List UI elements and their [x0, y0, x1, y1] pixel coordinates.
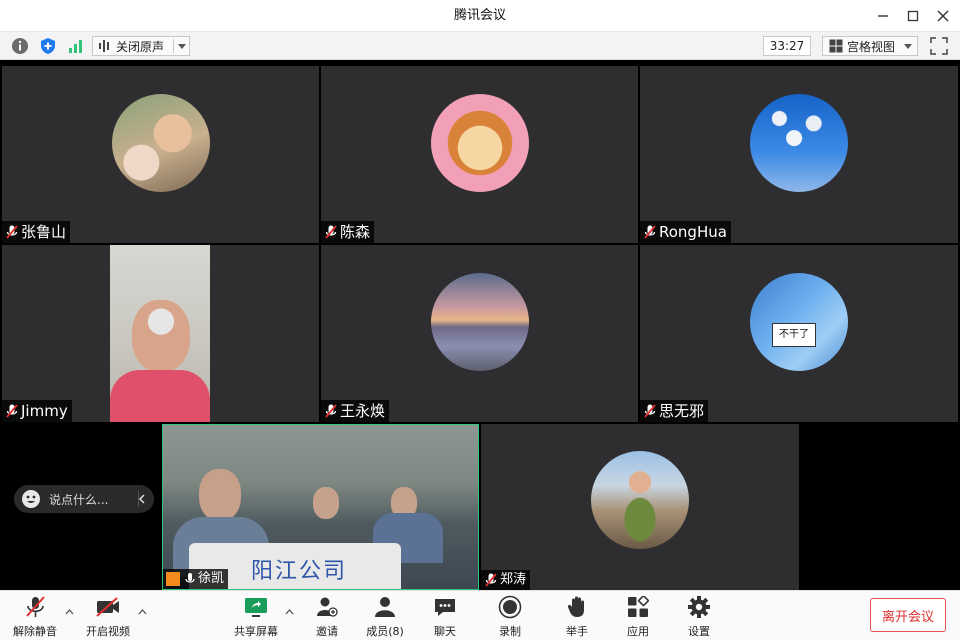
- minimize-icon: [878, 15, 888, 17]
- mic-muted-icon: [6, 225, 18, 239]
- window-title: 腾讯会议: [453, 8, 506, 23]
- video-options-caret[interactable]: [136, 607, 148, 617]
- maximize-button[interactable]: [902, 6, 924, 26]
- participant-name-tag: Jimmy: [2, 400, 72, 422]
- avatar-sticker-text: 不干了: [772, 323, 816, 347]
- network-status-button[interactable]: [66, 36, 86, 56]
- mic-muted-icon: [325, 225, 337, 239]
- meeting-timer: 33:27: [763, 36, 811, 56]
- unmute-button[interactable]: 解除静音: [9, 595, 61, 639]
- meeting-info-button[interactable]: [10, 36, 30, 56]
- mic-muted-icon: [644, 404, 656, 418]
- mic-muted-icon: [6, 404, 18, 418]
- fullscreen-button[interactable]: [930, 37, 948, 55]
- apps-icon: [628, 596, 649, 617]
- share-screen-button[interactable]: 共享屏幕: [230, 595, 282, 639]
- video-grid: 张鲁山 陈森 RongHua Jimmy 王永焕 不干了 思无邪 阳江公司 徐凯…: [0, 60, 960, 590]
- signal-icon: [69, 40, 82, 53]
- chevron-down-icon: [178, 44, 186, 49]
- hand-icon: [567, 596, 584, 617]
- chat-icon: [435, 599, 455, 616]
- participant-name-tag: RongHua: [640, 221, 731, 243]
- chevron-up-icon: [138, 609, 146, 615]
- fullscreen-icon: [930, 37, 948, 55]
- participant-tile[interactable]: RongHua: [640, 66, 958, 243]
- gear-icon: [688, 596, 710, 618]
- mic-muted-icon: [485, 573, 497, 587]
- participant-name-tag: 郑涛: [481, 570, 531, 590]
- participant-tile[interactable]: 不干了 思无邪: [640, 245, 958, 422]
- members-button[interactable]: 成员(8): [359, 595, 411, 639]
- participant-video: 阳江公司: [163, 425, 478, 589]
- mic-muted-icon: [644, 225, 656, 239]
- mic-icon: [185, 573, 195, 583]
- close-button[interactable]: [932, 6, 954, 26]
- original-sound-toggle[interactable]: 关闭原声: [92, 36, 190, 56]
- participant-avatar: [112, 94, 210, 192]
- participant-avatar: [750, 94, 848, 192]
- raise-hand-button[interactable]: 举手: [551, 595, 603, 639]
- share-options-caret[interactable]: [283, 607, 295, 617]
- leave-meeting-button[interactable]: 离开会议: [870, 598, 946, 632]
- close-icon: [937, 10, 949, 22]
- participant-avatar: 不干了: [750, 273, 848, 371]
- participant-name-tag: 思无邪: [640, 400, 709, 422]
- view-mode-label: 宫格视图: [847, 39, 896, 54]
- quick-chat-input[interactable]: 说点什么...: [14, 485, 154, 513]
- meeting-info-bar: 关闭原声 33:27 宫格视图: [0, 32, 960, 60]
- chevron-up-icon: [65, 609, 73, 615]
- start-video-button[interactable]: 开启视频: [82, 595, 134, 639]
- record-icon: [498, 595, 522, 619]
- chevron-down-icon: [904, 44, 912, 49]
- participant-avatar: [591, 451, 689, 549]
- participant-name-tag: 王永焕: [321, 400, 390, 422]
- participant-avatar: [431, 273, 529, 371]
- maximize-icon: [907, 10, 919, 22]
- video-sign-text: 阳江公司: [251, 559, 348, 584]
- original-sound-label: 关闭原声: [116, 39, 165, 54]
- grid-view-icon: [829, 39, 843, 53]
- chevron-up-icon: [285, 609, 293, 615]
- settings-button[interactable]: 设置: [673, 595, 725, 639]
- audio-options-caret[interactable]: [63, 607, 75, 617]
- waveform-icon: [99, 40, 109, 52]
- mic-muted-icon: [26, 596, 45, 617]
- camera-off-icon: [96, 597, 119, 617]
- view-mode-dropdown[interactable]: 宫格视图: [822, 36, 918, 56]
- minimize-button[interactable]: [872, 6, 894, 26]
- participant-tile[interactable]: 郑涛: [481, 424, 799, 590]
- participant-name-tag: 陈森: [321, 221, 375, 243]
- active-speaker-tile[interactable]: 阳江公司 徐凯: [162, 424, 479, 590]
- host-badge-icon: [166, 572, 180, 586]
- participant-name-tag: 徐凯: [163, 569, 229, 589]
- participant-tile[interactable]: 张鲁山: [2, 66, 319, 243]
- share-screen-icon: [245, 598, 267, 617]
- participant-tile[interactable]: 王永焕: [321, 245, 638, 422]
- invite-button[interactable]: 邀请: [301, 595, 353, 639]
- participant-tile[interactable]: 陈森: [321, 66, 638, 243]
- add-user-icon: [317, 597, 338, 617]
- chat-placeholder: 说点什么...: [49, 492, 109, 507]
- mic-muted-icon: [325, 404, 337, 418]
- participant-avatar: [431, 94, 529, 192]
- security-button[interactable]: [38, 36, 58, 56]
- info-icon: [12, 38, 28, 54]
- participant-tile[interactable]: Jimmy: [2, 245, 319, 422]
- shield-icon: [41, 38, 55, 54]
- meeting-toolbar: 解除静音 开启视频 共享屏幕 邀请 成员(8) 聊天 录制 举手 应用 设置 离…: [0, 590, 960, 640]
- chevron-left-icon[interactable]: [138, 494, 146, 504]
- record-button[interactable]: 录制: [484, 595, 536, 639]
- emoji-icon[interactable]: [22, 490, 40, 508]
- chat-button[interactable]: 聊天: [419, 595, 471, 639]
- participant-name-tag: 张鲁山: [2, 221, 71, 243]
- apps-button[interactable]: 应用: [612, 595, 664, 639]
- users-icon: [375, 597, 395, 617]
- title-bar: 腾讯会议: [0, 0, 960, 32]
- participant-video: [110, 245, 210, 422]
